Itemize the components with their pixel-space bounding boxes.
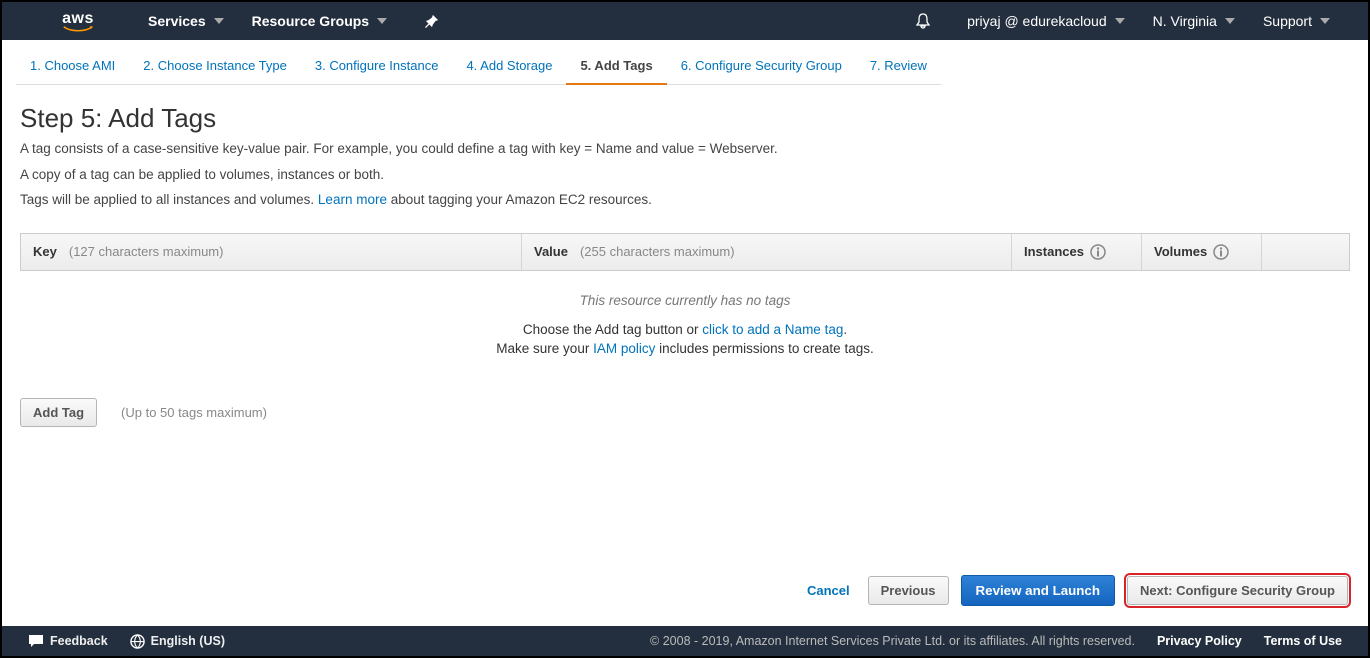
review-and-launch-button[interactable]: Review and Launch bbox=[961, 575, 1115, 606]
tab-configure-instance[interactable]: 3. Configure Instance bbox=[301, 50, 453, 85]
nav-resource-groups[interactable]: Resource Groups bbox=[238, 2, 401, 40]
previous-button[interactable]: Previous bbox=[868, 576, 949, 605]
tab-review[interactable]: 7. Review bbox=[856, 50, 941, 85]
tags-header-row: Key (127 characters maximum) Value (255 … bbox=[20, 233, 1350, 271]
tab-add-storage[interactable]: 4. Add Storage bbox=[452, 50, 566, 85]
next-configure-security-group-button[interactable]: Next: Configure Security Group bbox=[1127, 576, 1348, 605]
language-selector[interactable]: English (US) bbox=[130, 634, 225, 649]
chevron-down-icon bbox=[1320, 18, 1330, 24]
wizard-tabs: 1. Choose AMI 2. Choose Instance Type 3.… bbox=[2, 40, 1368, 85]
feedback-link[interactable]: Feedback bbox=[28, 634, 108, 648]
cancel-button[interactable]: Cancel bbox=[801, 575, 856, 606]
speech-bubble-icon bbox=[28, 634, 44, 648]
chevron-down-icon bbox=[214, 18, 224, 24]
privacy-policy-link[interactable]: Privacy Policy bbox=[1157, 634, 1242, 648]
hdr-key: Key (127 characters maximum) bbox=[21, 234, 521, 270]
info-icon[interactable] bbox=[1213, 244, 1229, 260]
add-tag-button[interactable]: Add Tag bbox=[20, 398, 97, 427]
chevron-down-icon bbox=[1115, 18, 1125, 24]
info-icon[interactable] bbox=[1090, 244, 1106, 260]
add-tag-hint: (Up to 50 tags maximum) bbox=[121, 405, 267, 420]
globe-icon bbox=[130, 634, 145, 649]
nav-support[interactable]: Support bbox=[1249, 2, 1344, 40]
no-tags-msg: This resource currently has no tags bbox=[20, 293, 1350, 308]
nav-pin[interactable] bbox=[411, 2, 453, 40]
aws-logo[interactable]: aws bbox=[58, 11, 98, 32]
terms-of-use-link[interactable]: Terms of Use bbox=[1264, 634, 1342, 648]
chevron-down-icon bbox=[377, 18, 387, 24]
nav-region-label: N. Virginia bbox=[1153, 13, 1217, 29]
iam-policy-link[interactable]: IAM policy bbox=[593, 341, 655, 356]
pin-icon bbox=[425, 14, 439, 28]
page-desc-2: A copy of a tag can be applied to volume… bbox=[20, 164, 1350, 186]
iam-policy-msg: Make sure your IAM policy includes permi… bbox=[20, 341, 1350, 356]
page-title: Step 5: Add Tags bbox=[20, 103, 1350, 134]
hdr-volumes: Volumes bbox=[1141, 234, 1261, 270]
tab-add-tags[interactable]: 5. Add Tags bbox=[566, 50, 666, 85]
nav-support-label: Support bbox=[1263, 13, 1312, 29]
hdr-value: Value (255 characters maximum) bbox=[521, 234, 1011, 270]
choose-add-tag-msg: Choose the Add tag button or click to ad… bbox=[20, 322, 1350, 337]
content: Step 5: Add Tags A tag consists of a cas… bbox=[2, 85, 1368, 561]
nav-notifications[interactable] bbox=[901, 2, 945, 40]
chevron-down-icon bbox=[1225, 18, 1235, 24]
bottombar: Feedback English (US) © 2008 - 2019, Ama… bbox=[2, 626, 1368, 656]
topnav: aws Services Resource Groups priya bbox=[2, 2, 1368, 40]
nav-account-label: priyaj @ edurekacloud bbox=[967, 13, 1107, 29]
tab-choose-ami[interactable]: 1. Choose AMI bbox=[16, 50, 129, 85]
aws-smile-icon bbox=[58, 26, 98, 32]
hdr-end bbox=[1261, 234, 1349, 270]
tab-configure-security-group[interactable]: 6. Configure Security Group bbox=[667, 50, 856, 85]
page-desc-3: Tags will be applied to all instances an… bbox=[20, 189, 1350, 211]
bell-icon bbox=[915, 13, 931, 29]
nav-region[interactable]: N. Virginia bbox=[1139, 2, 1249, 40]
page-desc-1: A tag consists of a case-sensitive key-v… bbox=[20, 138, 1350, 160]
learn-more-link[interactable]: Learn more bbox=[318, 192, 387, 207]
nav-account[interactable]: priyaj @ edurekacloud bbox=[953, 2, 1139, 40]
click-to-add-name-tag-link[interactable]: click to add a Name tag bbox=[702, 322, 843, 337]
tab-choose-instance-type[interactable]: 2. Choose Instance Type bbox=[129, 50, 301, 85]
copyright-text: © 2008 - 2019, Amazon Internet Services … bbox=[650, 634, 1135, 648]
nav-resource-groups-label: Resource Groups bbox=[252, 13, 369, 29]
hdr-instances: Instances bbox=[1011, 234, 1141, 270]
footer-buttons: Cancel Previous Review and Launch Next: … bbox=[2, 561, 1368, 626]
nav-services[interactable]: Services bbox=[134, 2, 238, 40]
nav-services-label: Services bbox=[148, 13, 206, 29]
